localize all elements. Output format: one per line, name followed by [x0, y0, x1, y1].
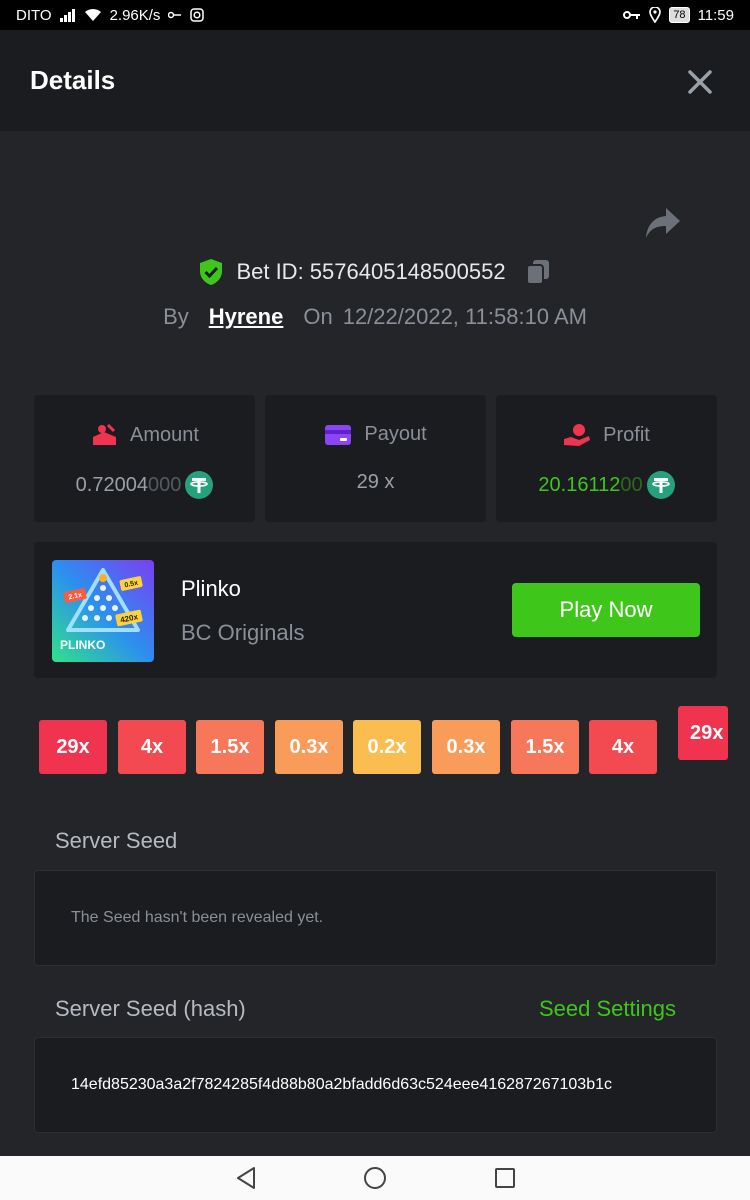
seed-settings-link[interactable]: Seed Settings	[539, 996, 676, 1022]
by-label: By	[163, 304, 189, 329]
recents-icon[interactable]	[493, 1166, 517, 1190]
play-now-button[interactable]: Play Now	[512, 583, 700, 637]
amount-value-dim: 000	[147, 473, 182, 496]
server-seed-hash-title: Server Seed (hash)	[55, 996, 246, 1021]
amount-label: Amount	[130, 423, 199, 446]
payout-card: Payout 29 x	[265, 395, 486, 522]
amount-value-main: 0.72004	[75, 473, 148, 496]
amount-value: 0.72004000	[34, 471, 255, 499]
server-seed-box: The Seed hasn't been revealed yet.	[34, 870, 717, 966]
game-provider: BC Originals	[181, 620, 305, 645]
status-time: 11:59	[697, 6, 734, 24]
game-name: Plinko	[181, 576, 241, 601]
payout-label: Payout	[364, 423, 427, 445]
multiplier-bucket: 1.5x	[196, 720, 264, 774]
usdt-coin-icon	[646, 471, 675, 499]
carrier-label: DITO	[16, 6, 52, 24]
amount-icon	[93, 423, 117, 445]
multiplier-bucket: 0.3x	[432, 720, 500, 774]
server-seed-title: Server Seed	[55, 828, 178, 853]
server-seed-hash-text: 14efd85230a3a2f7824285f4d88b80a2bfadd6d6…	[71, 1076, 612, 1093]
on-label: On	[303, 304, 333, 329]
game-card: 2.1x 0.5x 420x PLINKO Plinko BC Original…	[34, 542, 717, 678]
server-seed-hash-box[interactable]: 14efd85230a3a2f7824285f4d88b80a2bfadd6d6…	[34, 1037, 717, 1133]
profit-hand-icon	[564, 424, 591, 446]
profit-label: Profit	[603, 423, 650, 446]
battery-level: 78	[669, 7, 690, 23]
network-speed: 2.96K/s	[109, 6, 161, 24]
multiplier-bucket: 29x	[678, 706, 728, 760]
vpn-key-icon	[623, 11, 641, 19]
wifi-icon	[84, 8, 101, 21]
home-icon[interactable]	[363, 1166, 387, 1190]
details-header: Details	[0, 30, 750, 131]
plinko-thumbnail[interactable]: 2.1x 0.5x 420x PLINKO	[52, 560, 154, 662]
user-link[interactable]: Hyrene	[209, 304, 284, 330]
multiplier-bucket: 4x	[589, 720, 657, 774]
multiplier-bucket: 1.5x	[511, 720, 579, 774]
share-icon[interactable]	[644, 206, 682, 240]
bet-id: Bet ID: 5576405148500552	[236, 259, 506, 284]
signal-icon	[59, 8, 75, 22]
wallet-card-icon	[325, 424, 352, 445]
profit-value: 20.1611200	[496, 471, 717, 499]
location-icon	[649, 7, 662, 23]
status-bar: DITO 2.96K/s 78 11:59	[0, 0, 750, 30]
profit-value-main: 20.16112	[538, 473, 621, 496]
amount-card: Amount 0.72004000	[34, 395, 255, 522]
bet-meta-row: By Hyrene On 12/22/2022, 11:58:10 AM	[0, 298, 750, 336]
multiplier-bucket: 0.2x	[353, 720, 421, 774]
multiplier-bucket: 29x	[39, 720, 107, 774]
bet-id-row: Bet ID: 5576405148500552	[0, 252, 750, 292]
profit-card: Profit 20.1611200	[496, 395, 717, 522]
key-small-icon	[168, 11, 182, 19]
close-icon[interactable]	[686, 68, 714, 96]
bet-datetime: 12/22/2022, 11:58:10 AM	[342, 304, 587, 329]
usdt-coin-icon	[185, 471, 214, 499]
payout-value: 29 x	[356, 471, 395, 493]
verified-shield-icon	[200, 259, 223, 285]
page-title: Details	[30, 65, 116, 95]
server-seed-text: The Seed hasn't been revealed yet.	[71, 909, 324, 926]
multiplier-bucket: 0.3x	[275, 720, 343, 774]
back-icon[interactable]	[234, 1166, 258, 1190]
copy-icon[interactable]	[524, 258, 552, 286]
multiplier-row: 29x 4x 1.5x 0.3x 0.2x 0.3x 1.5x 4x 29x	[39, 706, 728, 780]
instagram-icon	[190, 8, 205, 22]
multiplier-bucket: 4x	[118, 720, 186, 774]
android-nav-bar	[0, 1156, 750, 1200]
profit-value-dim: 00	[620, 473, 643, 496]
thumb-title: PLINKO	[60, 638, 105, 652]
